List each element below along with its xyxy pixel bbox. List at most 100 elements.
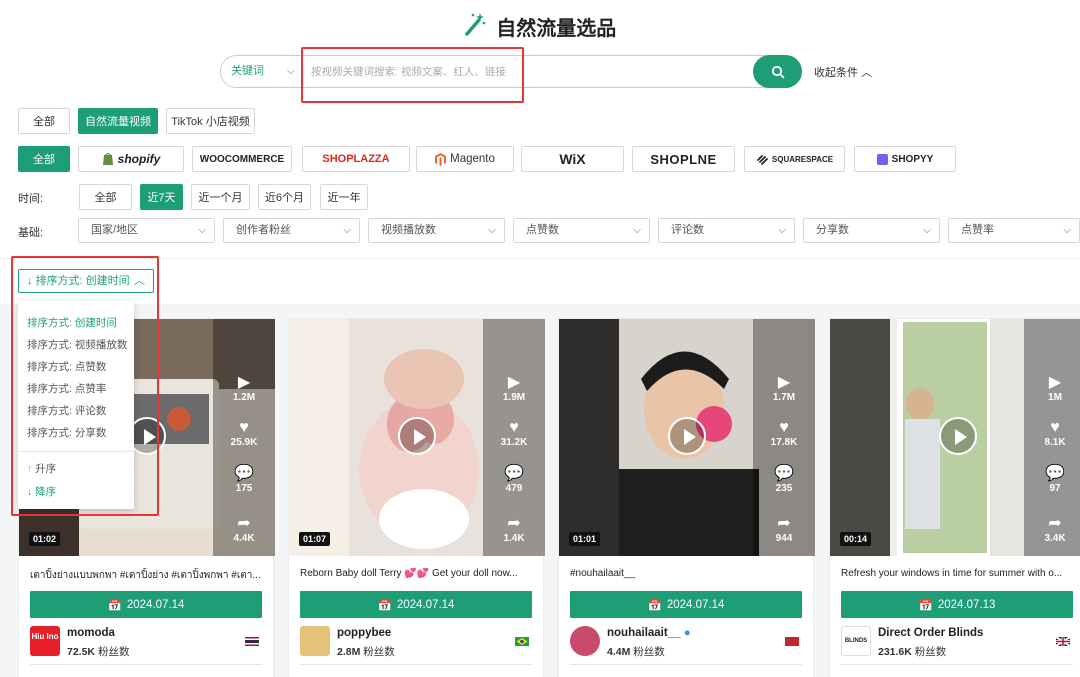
video-card[interactable]: ▶ 1.9M ♥ 31.2K 💬 479 ➦ 1.4K 01:07 Reborn Bab… <box>288 318 545 677</box>
filter-comments[interactable]: 评论数 ⌵ <box>658 218 795 243</box>
heart-icon: ♥ <box>509 419 519 436</box>
video-card[interactable]: ▶ 1M ♥ 8.1K 💬 97 ➦ 3.4K 00:14 Refresh your w… <box>829 318 1080 677</box>
plays-stat: ▶ 1.2M <box>213 374 275 403</box>
platform-shopify[interactable]: shopify <box>78 146 184 172</box>
filter-video-plays[interactable]: 视频播放数 ⌵ <box>368 218 505 243</box>
chevron-down-icon[interactable]: ⌵ <box>287 56 295 87</box>
creator-fans: 2.8M 粉丝数 <box>337 644 395 659</box>
publish-date: 📅 2024.07.14 <box>570 591 802 618</box>
creator-name[interactable]: Direct Order Blinds <box>878 627 983 639</box>
likes-count: 31.2K <box>500 437 528 448</box>
play-icon: ▶ <box>507 374 521 391</box>
platform-shoplazza[interactable]: SHOPLAZZA <box>302 146 410 172</box>
tab-tiktok-shop-video[interactable]: TikTok 小店视频 <box>166 108 255 134</box>
video-caption[interactable]: Refresh your windows in time for summer … <box>841 568 1077 579</box>
filter-country[interactable]: 国家/地区 ⌵ <box>78 218 215 243</box>
avatar[interactable]: Hiu Ino <box>30 626 60 656</box>
publish-date: 📅 2024.07.14 <box>300 591 532 618</box>
creator-name[interactable]: poppybee <box>337 627 391 639</box>
collapse-filters-label: 收起条件 <box>814 67 858 79</box>
play-button-icon[interactable] <box>939 417 977 455</box>
video-thumbnail[interactable]: ▶ 1.7M ♥ 17.8K 💬 235 ➦ 944 01:01 <box>559 319 815 556</box>
plays-count: 1M <box>1048 392 1062 403</box>
calendar-icon: 📅 <box>918 599 933 612</box>
platform-wix[interactable]: WiX <box>521 146 624 172</box>
video-duration: 01:07 <box>299 532 331 546</box>
platform-magento[interactable]: Magento <box>416 146 514 172</box>
play-button-icon[interactable] <box>668 417 706 455</box>
page-header: 自然流量选品 <box>0 12 1080 41</box>
shares-stat: ➦ 944 <box>753 515 815 544</box>
publish-date-text: 2024.07.14 <box>126 598 185 611</box>
likes-count: 25.9K <box>230 437 258 448</box>
video-caption[interactable]: #nouhailaait__ <box>570 568 806 579</box>
filter-shares[interactable]: 分享数 ⌵ <box>803 218 940 243</box>
share-icon: ➦ <box>777 515 791 532</box>
chevron-down-icon: ⌵ <box>1063 225 1071 236</box>
platform-all[interactable]: 全部 <box>18 146 70 172</box>
video-caption[interactable]: เตาปิ้งย่างแบบพกพา #เตาปิ้งย่าง #เตาปิ้ง… <box>30 568 266 583</box>
divider <box>300 664 532 665</box>
play-button-icon[interactable] <box>398 417 436 455</box>
shares-count: 4.4K <box>233 533 255 544</box>
flag-thailand-icon <box>245 637 259 646</box>
filter-like-rate[interactable]: 点赞率 ⌵ <box>948 218 1080 243</box>
creator-fans: 4.4M 粉丝数 <box>607 644 665 659</box>
chevron-down-icon: ⌵ <box>343 225 351 236</box>
tab-organic-video[interactable]: 自然流量视频 <box>78 108 158 134</box>
creator-name[interactable]: momoda <box>67 627 115 639</box>
video-duration: 01:02 <box>29 532 61 546</box>
magic-wand-icon <box>464 12 486 41</box>
time-all[interactable]: 全部 <box>79 184 132 210</box>
time-6-months[interactable]: 近6个月 <box>258 184 311 210</box>
time-1-month[interactable]: 近一个月 <box>191 184 250 210</box>
heart-icon: ♥ <box>239 419 249 436</box>
search-button[interactable] <box>753 55 802 88</box>
platform-woocommerce[interactable]: WOOCOMMERCE <box>192 146 292 172</box>
shares-stat: ➦ 1.4K <box>483 515 545 544</box>
plays-count: 1.7M <box>772 392 796 403</box>
search-icon <box>771 65 784 78</box>
platform-shopline[interactable]: SHOPLNE <box>632 146 735 172</box>
plays-stat: ▶ 1M <box>1024 374 1080 403</box>
filter-label: 创作者粉丝 <box>236 224 291 236</box>
shopify-bag-icon <box>102 152 113 165</box>
tab-label: 全部 <box>33 116 55 128</box>
filter-label: 分享数 <box>816 224 849 236</box>
filter-creator-fans[interactable]: 创作者粉丝 ⌵ <box>223 218 360 243</box>
video-card[interactable]: ▶ 1.7M ♥ 17.8K 💬 235 ➦ 944 01:01 #nouhailaai… <box>558 318 815 677</box>
creator-name[interactable]: nouhailaait__ ● <box>607 627 691 639</box>
calendar-icon: 📅 <box>377 599 392 612</box>
collapse-filters-toggle[interactable]: 收起条件 ︿ <box>814 64 872 80</box>
search-type-select[interactable]: 关键词 <box>231 56 264 87</box>
filter-label: 评论数 <box>671 224 704 236</box>
chevron-down-icon: ⌵ <box>198 225 206 236</box>
filter-label: 国家/地区 <box>91 224 139 236</box>
platform-squarespace[interactable]: SQUARESPACE <box>744 146 845 172</box>
video-caption[interactable]: Reborn Baby doll Terry 💕💕 Get your doll … <box>300 568 536 579</box>
divider <box>570 664 802 665</box>
heart-icon: ♥ <box>779 419 789 436</box>
likes-stat: ♥ 17.8K <box>753 419 815 448</box>
video-thumbnail[interactable]: ▶ 1.9M ♥ 31.2K 💬 479 ➦ 1.4K 01:07 <box>289 319 545 556</box>
time-7-days[interactable]: 近7天 <box>140 184 183 210</box>
avatar[interactable] <box>570 626 600 656</box>
filter-label: 点赞率 <box>961 224 994 236</box>
platform-label: Magento <box>450 153 495 165</box>
video-duration: 01:01 <box>569 532 601 546</box>
plays-count: 1.9M <box>502 392 526 403</box>
tab-label: TikTok 小店视频 <box>171 116 250 128</box>
time-option-label: 近6个月 <box>264 192 305 204</box>
video-thumbnail[interactable]: ▶ 1M ♥ 8.1K 💬 97 ➦ 3.4K 00:14 <box>830 319 1080 556</box>
fans-label: 粉丝数 <box>363 646 395 658</box>
avatar[interactable]: BLINDS <box>841 626 871 656</box>
calendar-icon: 📅 <box>647 599 662 612</box>
platform-shopyy[interactable]: SHOPYY <box>854 146 956 172</box>
avatar[interactable] <box>300 626 330 656</box>
fans-label: 粉丝数 <box>633 646 665 658</box>
likes-count: 17.8K <box>770 437 798 448</box>
time-1-year[interactable]: 近一年 <box>320 184 368 210</box>
filter-likes[interactable]: 点赞数 ⌵ <box>513 218 650 243</box>
platform-label: shopify <box>117 152 161 166</box>
tab-all[interactable]: 全部 <box>18 108 70 134</box>
